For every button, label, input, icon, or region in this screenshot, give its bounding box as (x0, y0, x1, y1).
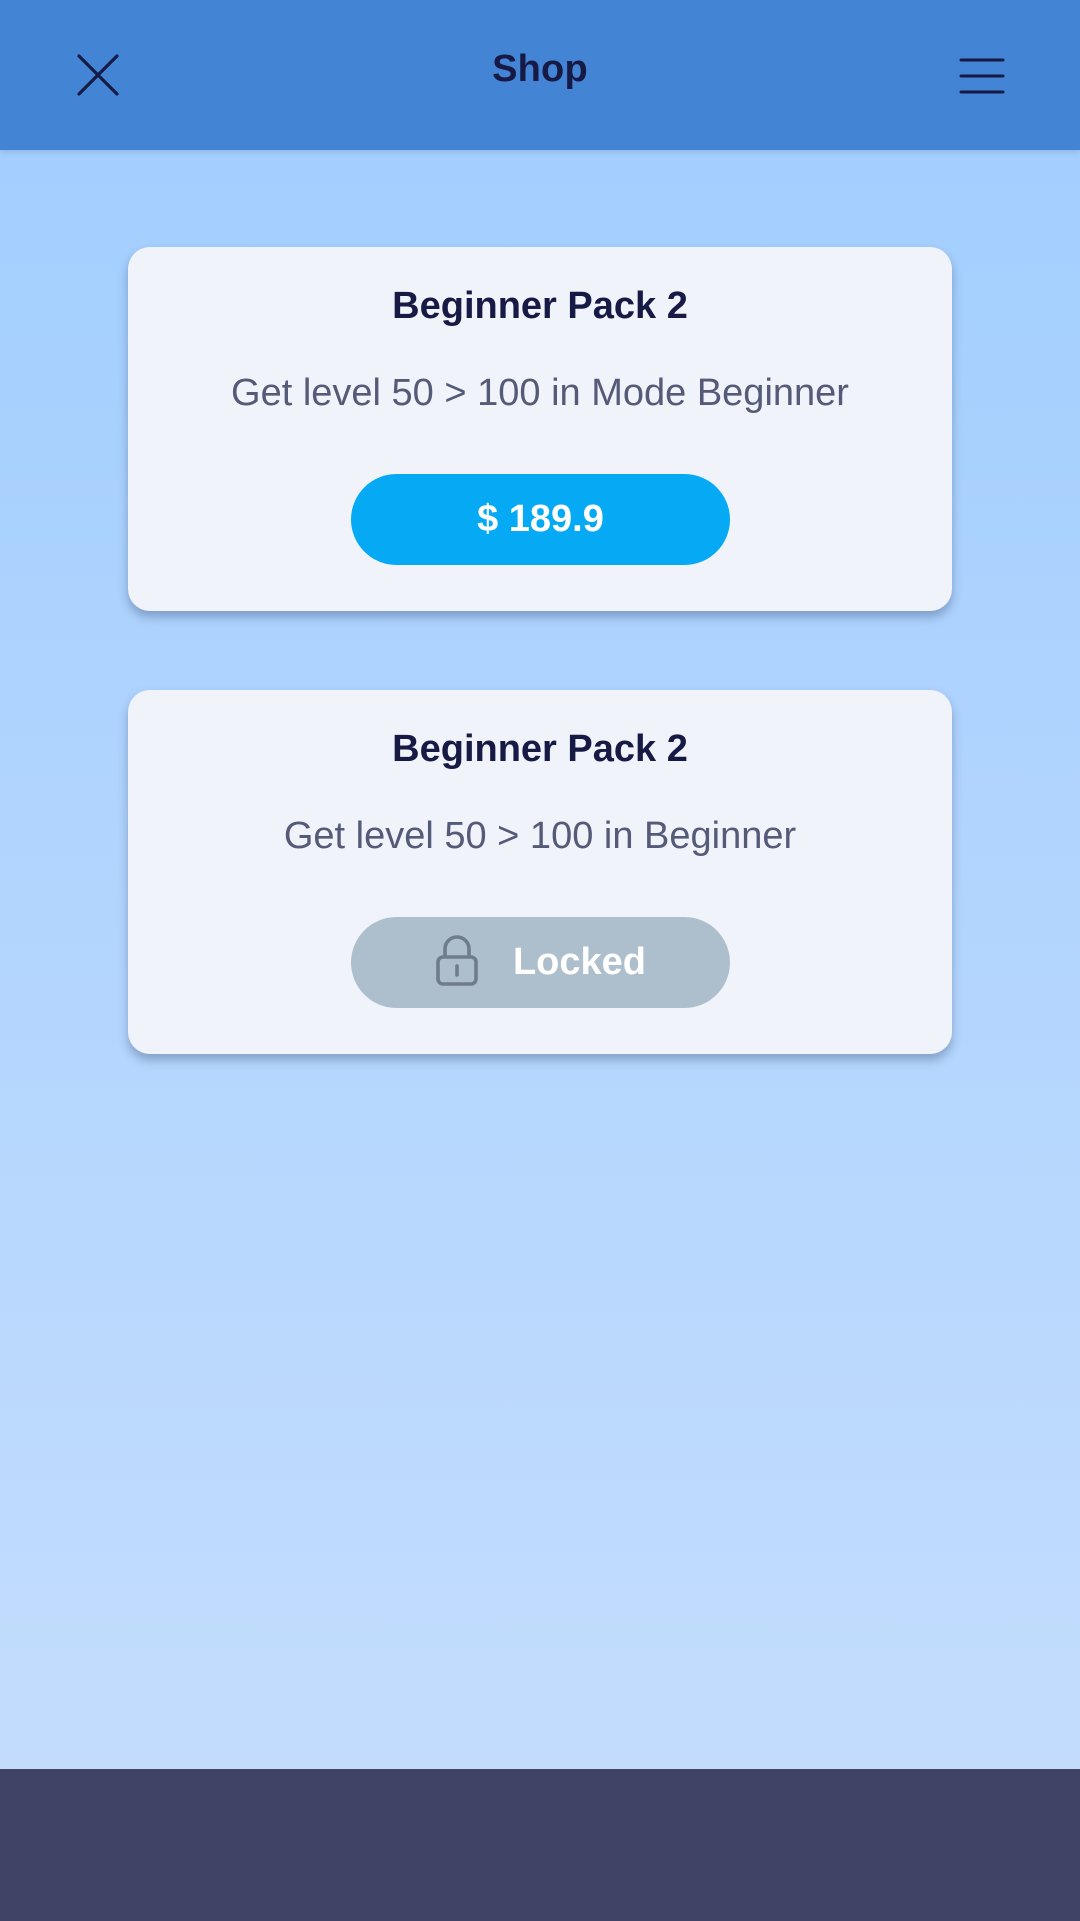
buy-button[interactable]: $ 189.9 (351, 474, 730, 565)
price-label: $ 189.9 (477, 498, 604, 540)
pack-card: Beginner Pack 2 Get level 50 > 100 in Be… (128, 690, 952, 1054)
pack-card: Beginner Pack 2 Get level 50 > 100 in Mo… (128, 247, 952, 611)
pack-title: Beginner Pack 2 (392, 285, 688, 327)
pack-description: Get level 50 > 100 in Mode Beginner (231, 372, 849, 414)
pack-description: Get level 50 > 100 in Beginner (283, 815, 797, 857)
hamburger-menu-icon[interactable] (952, 45, 1012, 105)
top-app-bar: Shop (0, 0, 1080, 150)
lock-icon (436, 934, 478, 986)
bottom-bar (0, 1769, 1080, 1921)
shop-screen: Shop Beginner Pack 2 Get level 50 > 100 … (0, 0, 1080, 1921)
locked-label: Locked (512, 941, 647, 983)
pack-title: Beginner Pack 2 (392, 728, 688, 770)
locked-button[interactable]: Locked (351, 917, 730, 1008)
page-title: Shop (492, 48, 588, 90)
